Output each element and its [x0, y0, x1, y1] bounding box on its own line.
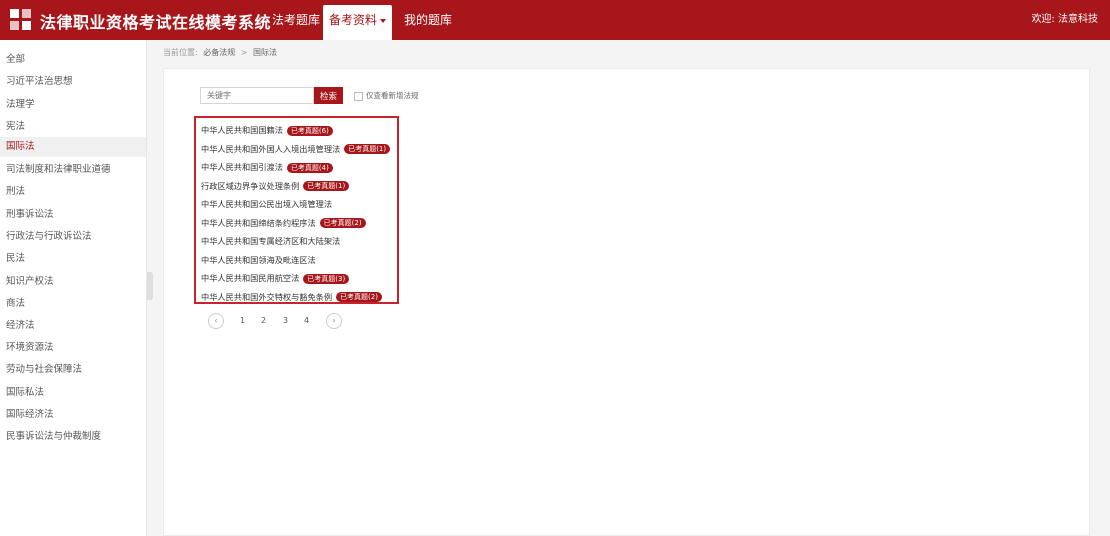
- nav-study-materials[interactable]: 备考资料: [323, 5, 393, 40]
- law-list: 中华人民共和国国籍法 已考真题(6) 中华人民共和国外国人入境出境管理法 已考真题(…: [194, 116, 399, 304]
- sidebar-item-environment-law[interactable]: 环境资源法: [0, 338, 146, 358]
- exam-count-badge[interactable]: 已考真题(6): [286, 125, 333, 136]
- breadcrumb-item-required-laws[interactable]: 必备法规: [203, 48, 235, 57]
- sidebar-item-private-international-law[interactable]: 国际私法: [0, 383, 146, 403]
- law-title[interactable]: 行政区域边界争议处理条例: [201, 181, 299, 191]
- list-item[interactable]: 中华人民共和国领海及毗连区法: [196, 252, 397, 271]
- law-title[interactable]: 中华人民共和国民用航空法: [201, 273, 299, 283]
- search-input[interactable]: [200, 87, 314, 104]
- sidebar: 全部 习近平法治思想 法理学 宪法 国际法 司法制度和法律职业道德 刑法 刑事诉…: [0, 40, 147, 536]
- law-title[interactable]: 中华人民共和国引渡法: [201, 162, 283, 172]
- law-title[interactable]: 中华人民共和国缔结条约程序法: [201, 218, 316, 228]
- page-2[interactable]: 2: [261, 313, 266, 329]
- exam-count-badge[interactable]: 已考真题(2): [319, 218, 366, 228]
- list-item[interactable]: 中华人民共和国引渡法 已考真题(4): [196, 159, 397, 178]
- chevron-right-icon: ›: [332, 316, 336, 325]
- page-1[interactable]: 1: [240, 313, 245, 329]
- sidebar-item-international-law[interactable]: 国际法: [0, 137, 146, 157]
- sidebar-collapse-handle[interactable]: [147, 272, 153, 300]
- sidebar-item-criminal-procedure[interactable]: 刑事诉讼法: [0, 205, 146, 225]
- sidebar-item-international-economic-law[interactable]: 国际经济法: [0, 405, 146, 425]
- exam-count-badge[interactable]: 已考真题(2): [336, 292, 382, 302]
- list-item[interactable]: 中华人民共和国缔结条约程序法 已考真题(2): [196, 215, 397, 234]
- prev-page-button[interactable]: ‹: [208, 313, 224, 329]
- page-4[interactable]: 4: [304, 313, 309, 329]
- law-title[interactable]: 中华人民共和国领海及毗连区法: [201, 255, 316, 265]
- new-laws-checkbox-label: 仅查看新增法规: [366, 91, 419, 100]
- list-item[interactable]: 中华人民共和国国籍法 已考真题(6): [196, 122, 397, 141]
- sidebar-item-jurisprudence[interactable]: 法理学: [0, 95, 146, 115]
- sidebar-item-constitution[interactable]: 宪法: [0, 117, 146, 137]
- exam-count-badge[interactable]: 已考真题(1): [303, 181, 350, 191]
- new-laws-checkbox[interactable]: [354, 91, 363, 101]
- list-item[interactable]: 行政区域边界争议处理条例 已考真题(1): [196, 178, 397, 197]
- new-laws-filter[interactable]: 仅查看新增法规: [354, 90, 419, 101]
- search-button[interactable]: 检索: [314, 87, 343, 104]
- exam-count-badge[interactable]: 已考真题(3): [303, 273, 350, 284]
- list-item[interactable]: 中华人民共和国公民出境入境管理法: [196, 196, 397, 215]
- top-navbar: 法律职业资格考试在线模考系统 法考题库 备考资料 我的题库 欢迎: 法意科技: [0, 0, 1110, 40]
- law-title[interactable]: 中华人民共和国外交特权与豁免条例: [201, 292, 332, 302]
- logo-icon: [10, 9, 32, 31]
- site-title: 法律职业资格考试在线模考系统: [40, 13, 272, 32]
- law-title[interactable]: 中华人民共和国外国人入境出境管理法: [201, 144, 340, 154]
- list-item[interactable]: 中华人民共和国外国人入境出境管理法 已考真题(1): [196, 141, 397, 160]
- exam-count-badge[interactable]: 已考真题(4): [286, 162, 333, 173]
- welcome-user[interactable]: 欢迎: 法意科技: [1031, 0, 1098, 40]
- breadcrumb-separator: >: [240, 48, 248, 57]
- sidebar-item-administrative-law[interactable]: 行政法与行政诉讼法: [0, 227, 146, 247]
- nav-my-bank[interactable]: 我的题库: [404, 0, 452, 40]
- list-item[interactable]: 中华人民共和国外交特权与豁免条例 已考真题(2): [196, 289, 397, 308]
- chevron-down-icon: [380, 18, 387, 23]
- sidebar-item-civil-law[interactable]: 民法: [0, 249, 146, 269]
- sidebar-item-all[interactable]: 全部: [0, 50, 146, 70]
- breadcrumb-item-current: 国际法: [253, 48, 278, 57]
- chevron-left-icon: ‹: [214, 316, 218, 325]
- sidebar-item-economic-law[interactable]: 经济法: [0, 316, 146, 336]
- law-title[interactable]: 中华人民共和国公民出境入境管理法: [201, 199, 332, 209]
- list-item[interactable]: 中华人民共和国专属经济区和大陆架法: [196, 233, 397, 252]
- list-item[interactable]: 中华人民共和国民用航空法 已考真题(3): [196, 270, 397, 289]
- sidebar-item-xi-thought[interactable]: 习近平法治思想: [0, 72, 146, 92]
- nav-exam-bank[interactable]: 法考题库: [272, 0, 320, 40]
- next-page-button[interactable]: ›: [326, 313, 342, 329]
- breadcrumb-label: 当前位置:: [163, 48, 198, 57]
- sidebar-item-criminal-law[interactable]: 刑法: [0, 182, 146, 202]
- breadcrumb: 当前位置: 必备法规 > 国际法: [163, 47, 277, 58]
- law-title[interactable]: 中华人民共和国国籍法: [201, 125, 283, 135]
- sidebar-item-civil-procedure[interactable]: 民事诉讼法与仲裁制度: [0, 427, 146, 447]
- sidebar-item-ip-law[interactable]: 知识产权法: [0, 272, 146, 292]
- sidebar-item-commercial-law[interactable]: 商法: [0, 294, 146, 314]
- exam-count-badge[interactable]: 已考真题(1): [344, 144, 391, 154]
- page-3[interactable]: 3: [283, 313, 288, 329]
- law-title[interactable]: 中华人民共和国专属经济区和大陆架法: [201, 236, 340, 246]
- sidebar-item-judicial-system[interactable]: 司法制度和法律职业道德: [0, 160, 146, 180]
- nav-study-materials-label: 备考资料: [329, 13, 378, 27]
- sidebar-item-labor-law[interactable]: 劳动与社会保障法: [0, 360, 146, 380]
